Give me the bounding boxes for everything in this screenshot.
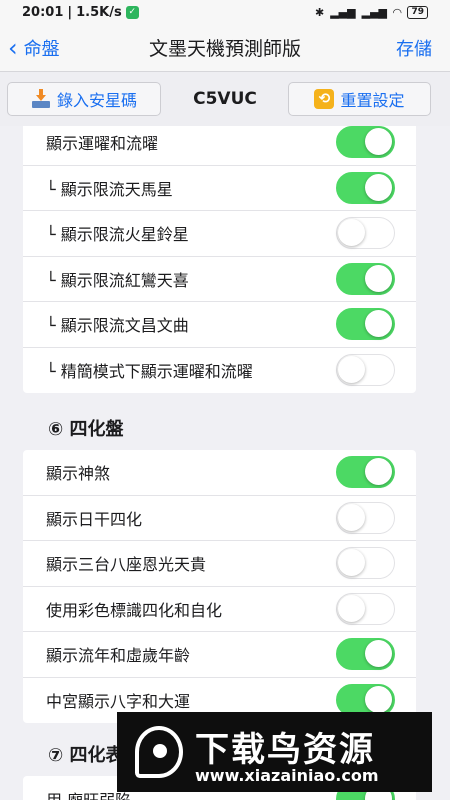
list-item: 顯示神煞 [23, 450, 416, 496]
list-item: 顯示日干四化 [23, 496, 416, 541]
reset-settings-button[interactable]: ⟲ 重置設定 [288, 82, 431, 116]
section-header-sihua-chart: ⑥ 四化盤 [48, 419, 124, 440]
list-item: └ 精簡模式下顯示運曜和流曜 [23, 348, 416, 394]
settings-list[interactable]: 顯示運曜和流曜 └ 顯示限流天馬星 └ 顯示限流火星鈴星 └ 顯示限流紅鸞天喜 … [0, 126, 450, 800]
reset-icon: ⟲ [314, 89, 335, 109]
toolbar: 錄入安星碼 C5VUC ⟲ 重置設定 [0, 72, 450, 126]
toggle-switch[interactable] [336, 126, 395, 159]
status-time: 20:01 [22, 4, 64, 20]
toggle-switch[interactable] [336, 308, 395, 341]
page-title: 文墨天機預測師版 [148, 38, 301, 60]
list-item: └ 顯示限流天馬星 [23, 166, 416, 211]
watermark-banner: 下载鸟资源 www.xiazainiao.com [117, 712, 432, 792]
back-label: 命盤 [23, 39, 60, 60]
list-item: 顯示流年和虛歲年齡 [23, 632, 416, 678]
bluetooth-icon: ✱ [315, 5, 325, 19]
list-item: 使用彩色標識四化和自化 [23, 587, 416, 632]
toggle-switch[interactable] [336, 262, 395, 295]
download-icon [31, 89, 51, 109]
back-button[interactable]: ‹ 命盤 [8, 24, 60, 72]
save-button[interactable]: 存儲 [396, 35, 432, 61]
toggle-switch[interactable] [336, 638, 395, 671]
star-code: C5VUC [193, 89, 257, 109]
chevron-left-icon: ‹ [8, 34, 18, 62]
import-star-code-button[interactable]: 錄入安星碼 [7, 82, 161, 116]
signal-icon-2: ▂▄▆ [361, 5, 387, 19]
signal-icon: ▂▄▆ [330, 5, 356, 19]
watermark-url: www.xiazainiao.com [195, 766, 379, 785]
toggle-switch[interactable] [336, 592, 395, 625]
nav-bar: ‹ 命盤 文墨天機預測師版 存儲 [0, 24, 450, 72]
toggle-switch[interactable] [336, 354, 395, 387]
status-bar: 20:01 | 1.5K/s ✓ ✱ ▂▄▆ ▂▄▆ ◠ 79 [0, 0, 450, 24]
list-item: 顯示三台八座恩光天貴 [23, 541, 416, 587]
toggle-switch[interactable] [336, 456, 395, 489]
list-item: └ 顯示限流紅鸞天喜 [23, 257, 416, 302]
bird-logo-icon [135, 726, 183, 778]
settings-group-sihua-chart: 顯示神煞 顯示日干四化 顯示三台八座恩光天貴 使用彩色標識四化和自化 顯示流年和… [23, 450, 416, 723]
toggle-switch[interactable] [336, 501, 395, 534]
settings-group-flow-stars: 顯示運曜和流曜 └ 顯示限流天馬星 └ 顯示限流火星鈴星 └ 顯示限流紅鸞天喜 … [23, 126, 416, 393]
security-shield-icon: ✓ [125, 5, 139, 19]
list-item: └ 顯示限流火星鈴星 [23, 211, 416, 257]
watermark-title: 下载鸟资源 [195, 730, 375, 770]
network-speed: 1.5K/s [76, 4, 122, 20]
import-label: 錄入安星碼 [56, 91, 137, 110]
toggle-switch[interactable] [336, 547, 395, 580]
reset-label: 重置設定 [340, 91, 405, 110]
list-item: └ 顯示限流文昌文曲 [23, 302, 416, 348]
battery-icon: 79 [407, 5, 428, 19]
section-header-sihua-table: ⑦ 四化表 [48, 745, 124, 766]
toggle-switch[interactable] [336, 171, 395, 204]
toggle-switch[interactable] [336, 217, 395, 250]
wifi-icon: ◠ [393, 5, 402, 19]
list-item: 顯示運曜和流曜 [23, 126, 416, 166]
